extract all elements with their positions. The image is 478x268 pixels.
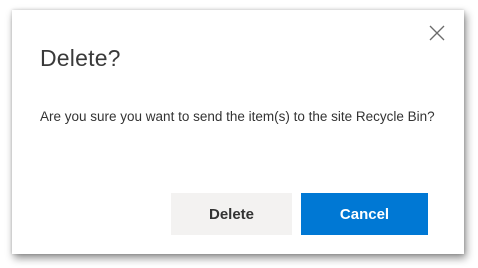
close-button[interactable] (428, 24, 446, 42)
close-icon (429, 25, 445, 41)
dialog-message: Are you sure you want to send the item(s… (40, 109, 435, 124)
dialog-title: Delete? (40, 45, 121, 71)
delete-confirmation-dialog: Delete? Are you sure you want to send th… (12, 10, 464, 254)
page: Delete? Are you sure you want to send th… (0, 0, 478, 268)
cancel-button[interactable]: Cancel (301, 193, 428, 235)
delete-button[interactable]: Delete (171, 193, 292, 235)
